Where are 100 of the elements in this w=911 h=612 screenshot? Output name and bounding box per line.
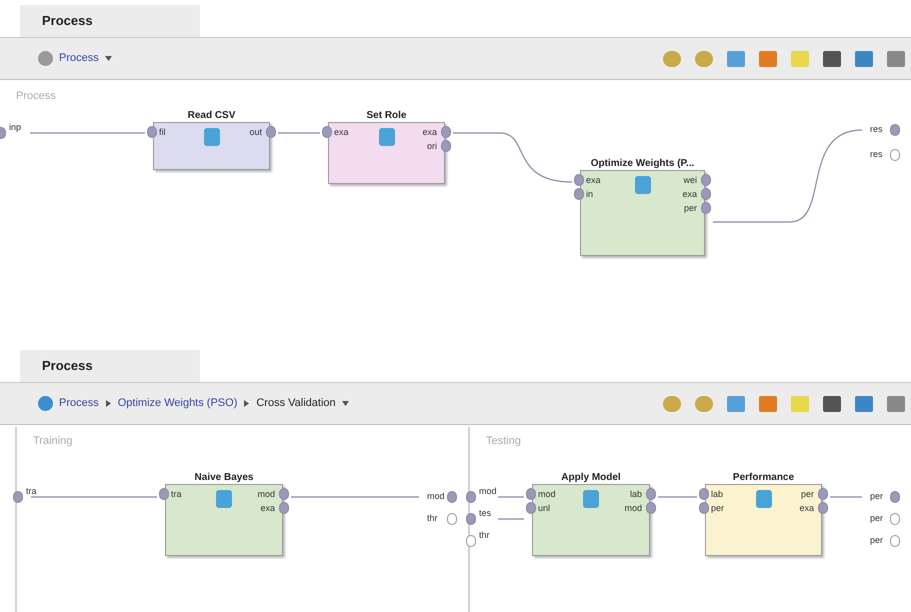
port-label: thr xyxy=(479,529,490,542)
port-label: ori xyxy=(426,140,437,153)
port-icon[interactable] xyxy=(890,124,900,136)
port-label: tes xyxy=(479,507,492,520)
connection-line xyxy=(278,132,320,134)
port-label: mod xyxy=(623,502,642,515)
port-label: tra xyxy=(26,485,37,498)
port-label: inp xyxy=(9,121,22,134)
port-icon[interactable] xyxy=(701,174,711,186)
port-icon[interactable] xyxy=(466,513,476,525)
port-label: mod xyxy=(538,488,556,501)
port-icon[interactable] xyxy=(279,502,289,514)
port-label: exa xyxy=(586,174,601,187)
port-label: out xyxy=(248,126,262,139)
port-icon[interactable] xyxy=(159,488,169,500)
caret-icon[interactable] xyxy=(104,55,112,62)
operator-node[interactable] xyxy=(153,122,270,170)
separator-icon xyxy=(104,400,112,407)
port-icon[interactable] xyxy=(701,202,711,214)
port-icon[interactable] xyxy=(526,488,536,500)
operator-node[interactable] xyxy=(165,484,283,556)
operator-title: Performance xyxy=(732,471,796,485)
port-label: unl xyxy=(538,502,550,515)
port-icon[interactable] xyxy=(890,513,900,525)
operator-title: Optimize Weights (P... xyxy=(590,157,696,171)
canvas-label: Training xyxy=(33,434,72,449)
port-icon[interactable] xyxy=(279,488,289,500)
operator-icon xyxy=(204,128,220,146)
port-icon[interactable] xyxy=(699,502,709,514)
port-label: thr xyxy=(427,512,438,525)
port-label: per xyxy=(800,488,814,501)
process-icon xyxy=(38,396,53,411)
port-label: in xyxy=(586,188,594,201)
port-label: per xyxy=(870,534,884,547)
operator-icon xyxy=(378,128,394,146)
breadcrumb-link[interactable]: Process xyxy=(59,50,99,67)
operator-icon xyxy=(634,176,650,194)
process-tab[interactable]: Process xyxy=(20,5,200,37)
port-label: wei xyxy=(682,174,697,187)
operator-title: Naive Bayes xyxy=(194,471,254,485)
connection-line xyxy=(498,496,524,498)
operator-title: Read CSV xyxy=(186,109,236,123)
operator-title: Apply Model xyxy=(560,471,622,485)
connection-line xyxy=(658,496,697,498)
port-label: exa xyxy=(798,502,814,515)
operator-icon xyxy=(216,490,232,508)
port-label: mod xyxy=(479,485,497,498)
separator-icon xyxy=(243,400,250,407)
port-icon[interactable] xyxy=(466,535,476,547)
port-icon[interactable] xyxy=(574,188,584,200)
port-label: fil xyxy=(159,126,166,139)
connection-line xyxy=(498,518,524,520)
port-label: per xyxy=(870,512,884,525)
port-icon[interactable] xyxy=(699,488,709,500)
port-icon[interactable] xyxy=(818,502,828,514)
operator-node[interactable] xyxy=(705,484,822,556)
process-tab[interactable]: Process xyxy=(20,350,200,382)
operator-icon xyxy=(756,490,772,508)
port-icon[interactable] xyxy=(701,188,711,200)
port-icon[interactable] xyxy=(147,126,157,138)
operator-icon xyxy=(583,490,599,508)
breadcrumb-link[interactable]: Process xyxy=(59,395,99,412)
caret-icon[interactable] xyxy=(342,400,349,407)
port-label: lab xyxy=(711,488,724,501)
port-icon[interactable] xyxy=(818,488,828,500)
process-icon xyxy=(38,51,53,66)
port-label: mod xyxy=(427,490,445,503)
port-label: per xyxy=(682,202,697,215)
port-icon[interactable] xyxy=(890,535,900,547)
port-label: exa xyxy=(259,502,275,515)
port-icon[interactable] xyxy=(266,126,276,138)
operator-node[interactable] xyxy=(580,170,705,256)
connection-line xyxy=(830,496,862,498)
port-label: res xyxy=(870,148,883,161)
port-icon[interactable] xyxy=(574,174,584,186)
port-icon[interactable] xyxy=(890,491,900,503)
port-label: res xyxy=(870,123,883,136)
port-icon[interactable] xyxy=(447,513,457,525)
canvas-label: Testing xyxy=(486,434,521,449)
port-icon[interactable] xyxy=(646,488,656,500)
port-icon[interactable] xyxy=(13,491,23,503)
port-label: exa xyxy=(334,126,349,139)
operator-node[interactable] xyxy=(328,122,445,184)
breadcrumb-link[interactable]: Optimize Weights (PSO) xyxy=(118,395,238,412)
port-label: exa xyxy=(681,188,697,201)
port-icon[interactable] xyxy=(890,149,900,161)
port-icon[interactable] xyxy=(447,491,457,503)
port-icon[interactable] xyxy=(441,126,451,138)
port-icon[interactable] xyxy=(466,491,476,503)
port-label: per xyxy=(711,502,724,515)
port-label: lab xyxy=(628,488,642,501)
port-label: mod xyxy=(256,488,275,501)
canvas-label: Process xyxy=(16,89,56,104)
port-label: exa xyxy=(421,126,437,139)
port-icon[interactable] xyxy=(646,502,656,514)
breadcrumb-link[interactable]: Cross Validation xyxy=(256,395,336,412)
port-icon[interactable] xyxy=(441,140,451,152)
operator-node[interactable] xyxy=(532,484,650,556)
port-icon[interactable] xyxy=(526,502,536,514)
port-icon[interactable] xyxy=(322,126,332,138)
